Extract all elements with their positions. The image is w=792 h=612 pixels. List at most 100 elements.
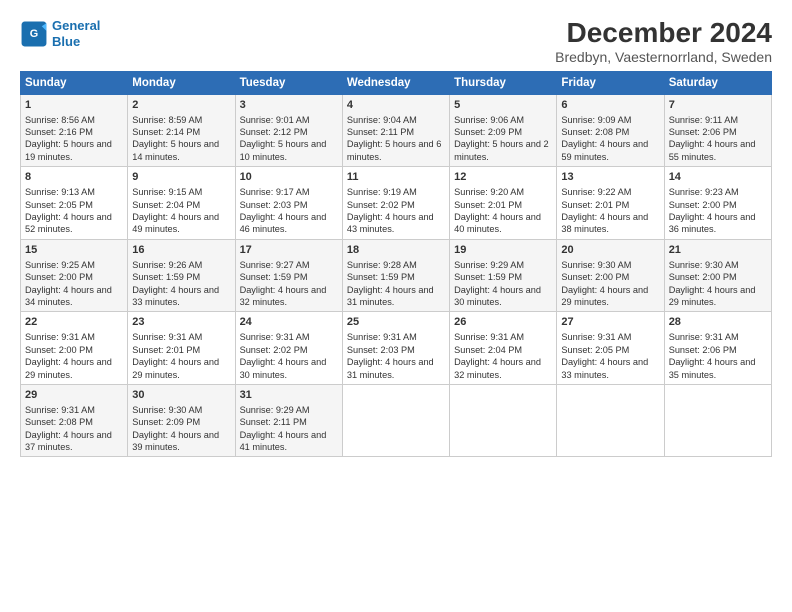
sunset: Sunset: 2:03 PM	[347, 345, 415, 355]
daylight: Daylight: 4 hours and 29 minutes.	[25, 357, 112, 379]
sunset: Sunset: 2:11 PM	[347, 127, 414, 137]
daylight: Daylight: 4 hours and 32 minutes.	[454, 357, 541, 379]
sunset: Sunset: 2:06 PM	[669, 127, 737, 137]
sunrise: Sunrise: 9:20 AM	[454, 187, 524, 197]
day-number: 7	[669, 98, 767, 113]
day-number: 28	[669, 315, 767, 330]
col-thursday: Thursday	[450, 71, 557, 94]
day-cell: 10Sunrise: 9:17 AMSunset: 2:03 PMDayligh…	[235, 167, 342, 240]
daylight: Daylight: 4 hours and 41 minutes.	[240, 430, 327, 452]
day-cell	[557, 384, 664, 457]
day-number: 11	[347, 170, 445, 185]
sunset: Sunset: 2:04 PM	[454, 345, 522, 355]
daylight: Daylight: 4 hours and 38 minutes.	[561, 212, 648, 234]
sunset: Sunset: 2:14 PM	[132, 127, 200, 137]
day-number: 2	[132, 98, 230, 113]
day-cell: 29Sunrise: 9:31 AMSunset: 2:08 PMDayligh…	[21, 384, 128, 457]
daylight: Daylight: 5 hours and 14 minutes.	[132, 139, 219, 161]
sunset: Sunset: 2:02 PM	[240, 345, 308, 355]
sunrise: Sunrise: 9:31 AM	[561, 332, 631, 342]
day-cell: 22Sunrise: 9:31 AMSunset: 2:00 PMDayligh…	[21, 312, 128, 385]
day-number: 6	[561, 98, 659, 113]
day-cell: 18Sunrise: 9:28 AMSunset: 1:59 PMDayligh…	[342, 239, 449, 312]
sunrise: Sunrise: 9:30 AM	[561, 260, 631, 270]
day-number: 8	[25, 170, 123, 185]
sunset: Sunset: 2:02 PM	[347, 200, 415, 210]
daylight: Daylight: 4 hours and 30 minutes.	[454, 285, 541, 307]
sunrise: Sunrise: 9:15 AM	[132, 187, 202, 197]
header-row: Sunday Monday Tuesday Wednesday Thursday…	[21, 71, 772, 94]
daylight: Daylight: 4 hours and 55 minutes.	[669, 139, 756, 161]
sunset: Sunset: 2:00 PM	[669, 200, 737, 210]
daylight: Daylight: 4 hours and 31 minutes.	[347, 285, 434, 307]
day-number: 21	[669, 243, 767, 258]
col-tuesday: Tuesday	[235, 71, 342, 94]
calendar-page: G General Blue December 2024 Bredbyn, Va…	[0, 0, 792, 612]
day-number: 17	[240, 243, 338, 258]
day-cell: 14Sunrise: 9:23 AMSunset: 2:00 PMDayligh…	[664, 167, 771, 240]
day-number: 24	[240, 315, 338, 330]
sunrise: Sunrise: 9:31 AM	[669, 332, 739, 342]
col-friday: Friday	[557, 71, 664, 94]
day-cell: 3Sunrise: 9:01 AMSunset: 2:12 PMDaylight…	[235, 94, 342, 167]
day-cell	[342, 384, 449, 457]
daylight: Daylight: 4 hours and 35 minutes.	[669, 357, 756, 379]
sunset: Sunset: 1:59 PM	[454, 272, 522, 282]
sunset: Sunset: 2:00 PM	[25, 345, 93, 355]
sunrise: Sunrise: 9:17 AM	[240, 187, 310, 197]
sunrise: Sunrise: 9:31 AM	[454, 332, 524, 342]
sunset: Sunset: 2:01 PM	[561, 200, 629, 210]
day-cell: 13Sunrise: 9:22 AMSunset: 2:01 PMDayligh…	[557, 167, 664, 240]
day-number: 23	[132, 315, 230, 330]
sunrise: Sunrise: 9:13 AM	[25, 187, 95, 197]
sunset: Sunset: 2:09 PM	[454, 127, 522, 137]
sunrise: Sunrise: 9:31 AM	[132, 332, 202, 342]
day-cell: 27Sunrise: 9:31 AMSunset: 2:05 PMDayligh…	[557, 312, 664, 385]
sunrise: Sunrise: 8:59 AM	[132, 115, 202, 125]
subtitle: Bredbyn, Vaesternorrland, Sweden	[555, 49, 772, 65]
logo-line2: Blue	[52, 34, 80, 49]
day-cell: 16Sunrise: 9:26 AMSunset: 1:59 PMDayligh…	[128, 239, 235, 312]
daylight: Daylight: 4 hours and 39 minutes.	[132, 430, 219, 452]
day-number: 13	[561, 170, 659, 185]
daylight: Daylight: 5 hours and 2 minutes.	[454, 139, 549, 161]
sunset: Sunset: 2:08 PM	[561, 127, 629, 137]
daylight: Daylight: 4 hours and 29 minutes.	[132, 357, 219, 379]
sunset: Sunset: 2:12 PM	[240, 127, 308, 137]
sunrise: Sunrise: 9:30 AM	[669, 260, 739, 270]
main-title: December 2024	[555, 18, 772, 49]
day-number: 20	[561, 243, 659, 258]
day-cell: 23Sunrise: 9:31 AMSunset: 2:01 PMDayligh…	[128, 312, 235, 385]
sunrise: Sunrise: 9:25 AM	[25, 260, 95, 270]
sunset: Sunset: 2:09 PM	[132, 417, 200, 427]
logo-text: General Blue	[52, 18, 100, 49]
day-number: 16	[132, 243, 230, 258]
sunrise: Sunrise: 9:06 AM	[454, 115, 524, 125]
daylight: Daylight: 4 hours and 29 minutes.	[669, 285, 756, 307]
day-cell: 12Sunrise: 9:20 AMSunset: 2:01 PMDayligh…	[450, 167, 557, 240]
day-number: 25	[347, 315, 445, 330]
daylight: Daylight: 5 hours and 10 minutes.	[240, 139, 327, 161]
daylight: Daylight: 4 hours and 30 minutes.	[240, 357, 327, 379]
day-number: 5	[454, 98, 552, 113]
week-row-4: 22Sunrise: 9:31 AMSunset: 2:00 PMDayligh…	[21, 312, 772, 385]
daylight: Daylight: 4 hours and 32 minutes.	[240, 285, 327, 307]
col-saturday: Saturday	[664, 71, 771, 94]
logo-icon: G	[20, 20, 48, 48]
sunset: Sunset: 2:08 PM	[25, 417, 93, 427]
day-number: 26	[454, 315, 552, 330]
day-cell: 7Sunrise: 9:11 AMSunset: 2:06 PMDaylight…	[664, 94, 771, 167]
daylight: Daylight: 4 hours and 33 minutes.	[561, 357, 648, 379]
daylight: Daylight: 4 hours and 46 minutes.	[240, 212, 327, 234]
week-row-3: 15Sunrise: 9:25 AMSunset: 2:00 PMDayligh…	[21, 239, 772, 312]
day-number: 18	[347, 243, 445, 258]
sunrise: Sunrise: 9:29 AM	[454, 260, 524, 270]
sunset: Sunset: 2:05 PM	[561, 345, 629, 355]
day-cell: 15Sunrise: 9:25 AMSunset: 2:00 PMDayligh…	[21, 239, 128, 312]
day-cell: 31Sunrise: 9:29 AMSunset: 2:11 PMDayligh…	[235, 384, 342, 457]
day-cell: 24Sunrise: 9:31 AMSunset: 2:02 PMDayligh…	[235, 312, 342, 385]
day-number: 14	[669, 170, 767, 185]
sunrise: Sunrise: 9:30 AM	[132, 405, 202, 415]
logo: G General Blue	[20, 18, 100, 49]
sunset: Sunset: 2:01 PM	[454, 200, 522, 210]
